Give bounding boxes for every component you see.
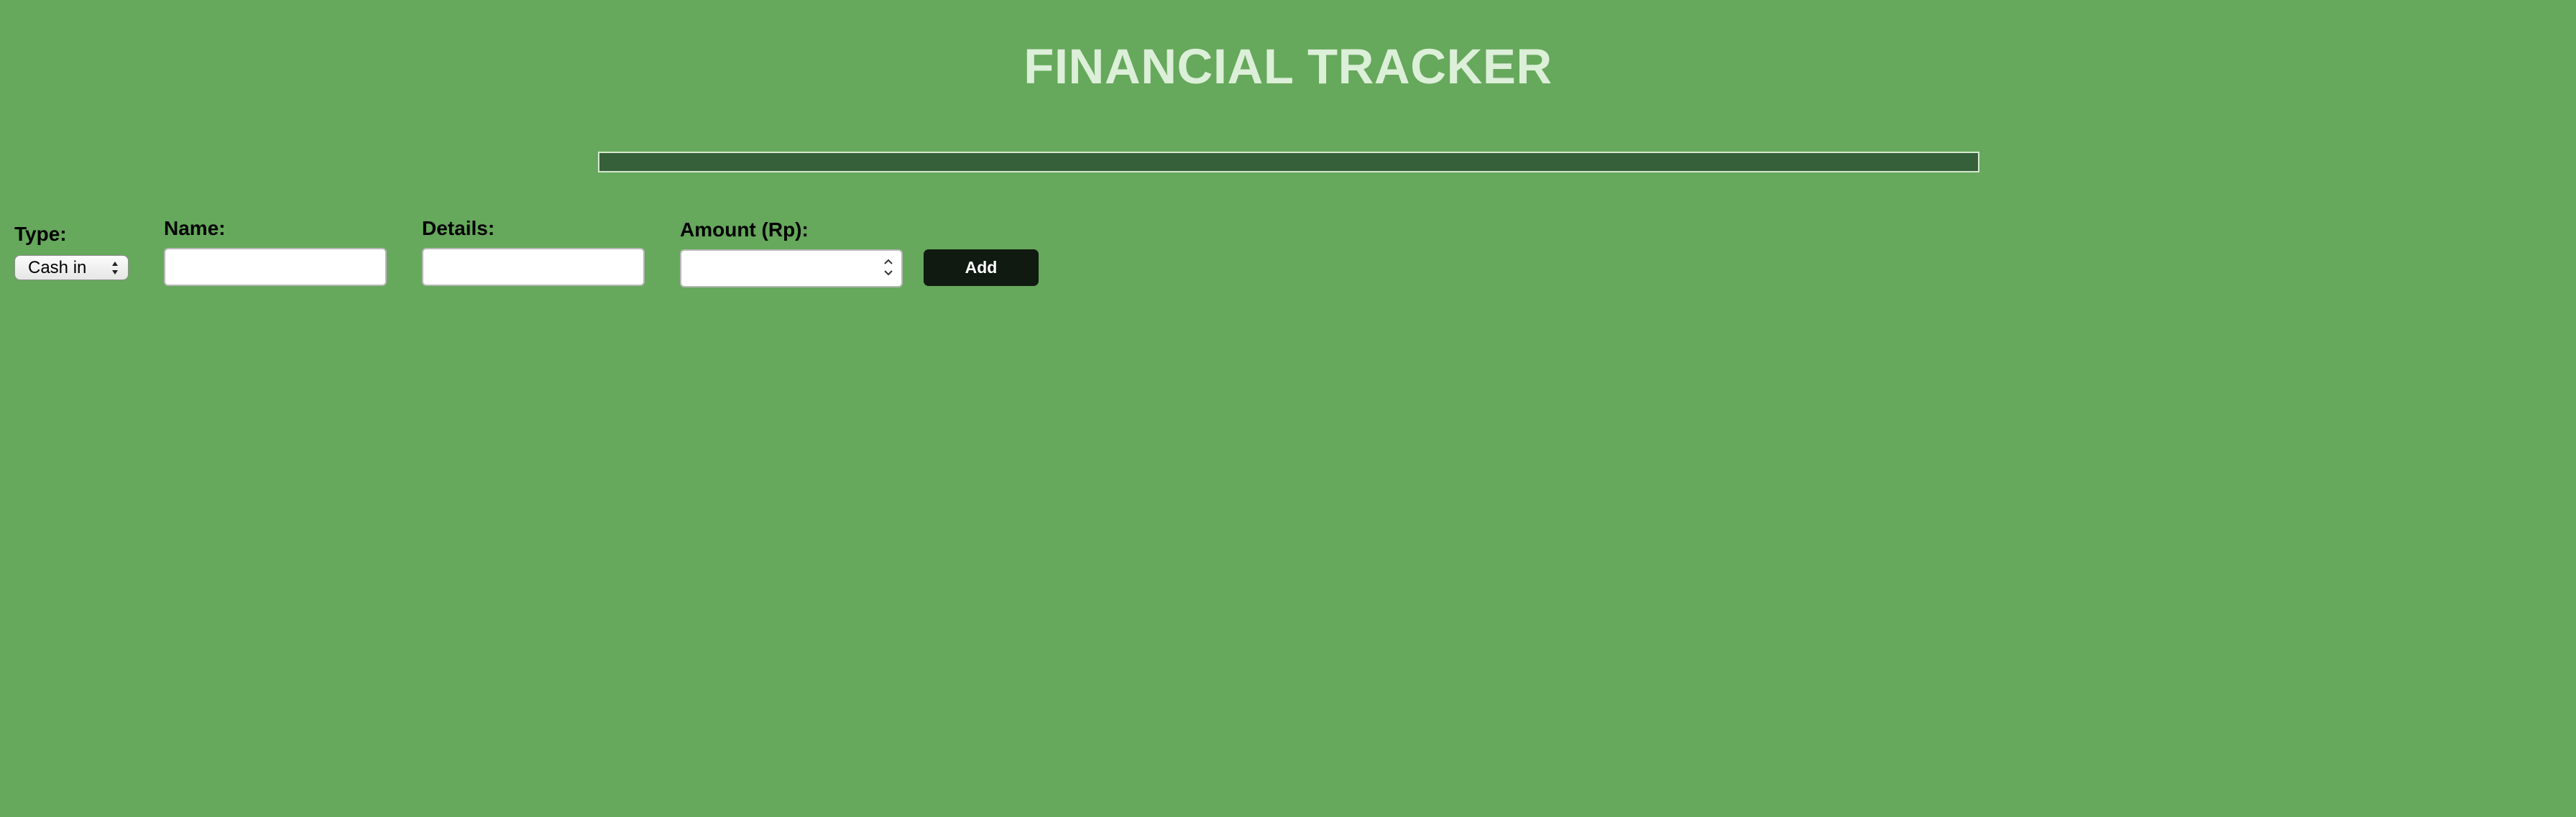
details-field: Details: [422, 217, 645, 286]
balance-bar [598, 152, 1979, 172]
name-label: Name: [164, 217, 226, 239]
amount-input[interactable] [680, 249, 903, 287]
name-input[interactable] [164, 248, 387, 286]
amount-wrapper [680, 249, 903, 287]
type-select[interactable]: Cash in [14, 255, 129, 280]
details-input[interactable] [422, 248, 645, 286]
type-label: Type: [14, 223, 67, 245]
details-label: Details: [422, 217, 495, 239]
type-select-value: Cash in [28, 257, 87, 277]
select-arrows-icon [111, 259, 119, 277]
add-button[interactable]: Add [924, 249, 1039, 286]
amount-field: Amount (Rp): [680, 218, 903, 287]
type-field: Type: Cash in [14, 223, 129, 280]
name-field: Name: [164, 217, 387, 286]
amount-label: Amount (Rp): [680, 218, 809, 241]
number-stepper-icon[interactable] [883, 257, 894, 278]
page-title: FINANCIAL TRACKER [1024, 39, 1552, 94]
